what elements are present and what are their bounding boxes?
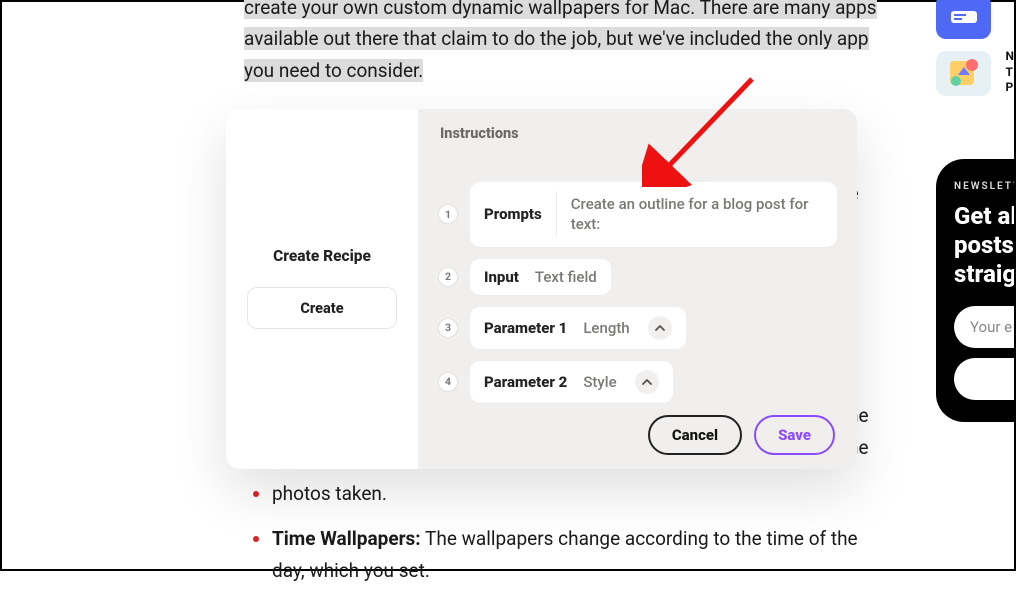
modal-title: Instructions [440,125,837,142]
sidebar-title: Create Recipe [273,247,371,265]
step-row-prompts: 1 Prompts Create an outline for a blog p… [438,182,837,247]
modal-main: Instructions 1 Prompts Create an outline… [418,109,857,469]
thumbnail-card[interactable] [936,0,991,39]
thumbnail-label: N T P [1006,49,1014,96]
list-item: photos taken. [272,478,884,509]
create-button[interactable]: Create [247,287,397,329]
cancel-button[interactable]: Cancel [648,415,742,455]
save-button[interactable]: Save [754,415,835,455]
step-row-param1: 3 Parameter 1 Length [438,307,837,349]
input-chip[interactable]: Input Text field [470,259,611,295]
subscribe-button[interactable] [954,358,1014,400]
list-item-text: photos taken. [272,482,387,505]
step-row-param2: 4 Parameter 2 Style [438,361,837,403]
chip-label: Input [484,268,519,286]
chevron-up-icon[interactable] [648,316,672,340]
step-number: 2 [438,267,458,287]
modal-footer: Cancel Save [648,415,835,455]
parameter-2-chip[interactable]: Parameter 2 Style [470,361,673,403]
parameter-1-chip[interactable]: Parameter 1 Length [470,307,686,349]
thumbnail-card[interactable] [936,51,991,96]
list-item: Time Wallpapers: The wallpapers change a… [272,523,884,586]
step-number: 3 [438,318,458,338]
chip-label: Prompts [484,205,542,223]
prompts-chip[interactable]: Prompts Create an outline for a blog pos… [470,182,837,247]
chip-value: Create an outline for a blog post for te… [556,191,823,238]
step-number: 4 [438,372,458,392]
email-field[interactable]: Your e [954,306,1014,348]
step-number: 1 [438,204,458,224]
bullet-label: Time Wallpapers: [272,527,421,550]
chip-value: Style [583,373,616,391]
chevron-up-icon[interactable] [635,370,659,394]
newsletter-panel: NEWSLETT Get al posts straig Your e [936,159,1014,422]
chip-label: Parameter 1 [484,319,567,337]
modal-sidebar: Create Recipe Create [226,109,418,469]
newsletter-headline: Get al posts straig [954,202,1014,288]
highlighted-text: create your own custom dynamic wallpaper… [244,0,877,82]
chip-label: Parameter 2 [484,373,567,391]
chip-value: Length [583,319,629,337]
step-row-input: 2 Input Text field [438,259,837,295]
newsletter-tag: NEWSLETT [954,181,1014,192]
sidebar-related: N T P [936,2,1014,108]
chip-value: Text field [535,268,597,286]
create-recipe-modal: Create Recipe Create Instructions 1 Prom… [226,109,857,469]
